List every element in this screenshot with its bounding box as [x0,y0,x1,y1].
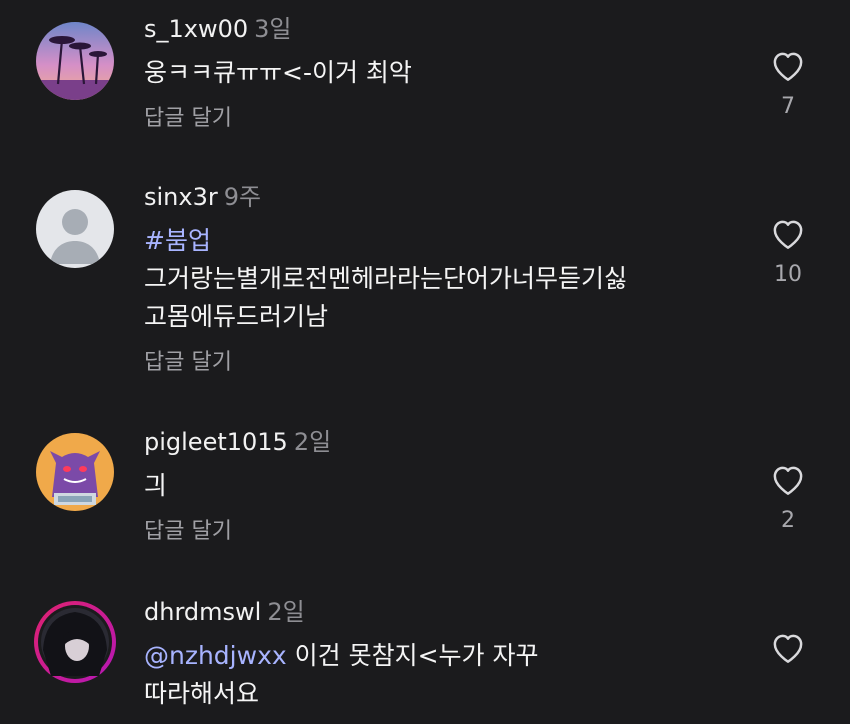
comment-feed: s_1xw00 3일 웅ㅋㅋ큐ㅠㅠ<-이거 최악 답글 달기 7 sinx3r 9주 [0,0,850,724]
heart-icon[interactable] [762,462,814,496]
username[interactable]: dhrdmswl [144,598,261,626]
comment-line: 고몸에듀드러기남 [144,302,329,331]
avatar[interactable] [36,22,114,100]
comment-meta: pigleet1015 2일 [144,427,730,457]
comment-line: 그거랑는별개로전멘헤라라는단어가너무듣기싫 [144,264,628,293]
purple-ghost-avatar-icon [36,433,114,511]
comment-text: #붐업 그거랑는별개로전멘헤라라는단어가너무듣기싫 고몸에듀드러기남 [144,222,730,336]
heart-icon[interactable] [762,48,814,82]
heart-icon[interactable] [762,630,814,664]
comment-line: 긔 [144,471,168,500]
reply-button[interactable]: 답글 달기 [144,517,730,547]
like-count: 10 [774,262,802,287]
comment-line-text: 이건 못참지<누가 자꾸 [294,641,539,670]
timestamp: 2일 [293,428,332,456]
like-count: 2 [781,508,795,533]
hashtag-link[interactable]: #붐업 [144,222,730,260]
comment-line: 따라해서요 [144,679,260,708]
reply-button[interactable]: 답글 달기 [144,348,730,378]
comment-meta: dhrdmswl 2일 [144,597,730,627]
reply-button[interactable]: 답글 달기 [144,104,730,134]
heart-icon[interactable] [762,216,814,250]
default-user-avatar-icon [36,190,114,268]
username[interactable]: s_1xw00 [144,15,248,43]
avatar[interactable] [36,433,114,511]
username[interactable]: sinx3r [144,183,218,211]
like-count: 7 [781,94,795,119]
comment-meta: sinx3r 9주 [144,182,730,212]
comment-line: @nzhdjwxx 이건 못참지<누가 자꾸 [144,637,730,675]
avatar[interactable] [33,600,117,684]
palm-trees-sunset-avatar-icon [36,22,114,100]
mention-link[interactable]: @nzhdjwxx [144,641,287,670]
timestamp: 9주 [223,183,262,211]
timestamp: 3일 [254,15,292,43]
comment-text: 웅ㅋㅋ큐ㅠㅠ<-이거 최악 [144,54,730,92]
comment-text: @nzhdjwxx 이건 못참지<누가 자꾸 따라해서요 [144,637,730,713]
timestamp: 2일 [267,598,305,626]
username[interactable]: pigleet1015 [144,428,288,456]
avatar[interactable] [36,190,114,268]
dark-hair-story-ring-avatar-icon [34,601,116,683]
comment-meta: s_1xw00 3일 [144,14,730,44]
comment-text: 긔 [144,467,730,505]
comment-line: 웅ㅋㅋ큐ㅠㅠ<-이거 최악 [144,58,412,87]
